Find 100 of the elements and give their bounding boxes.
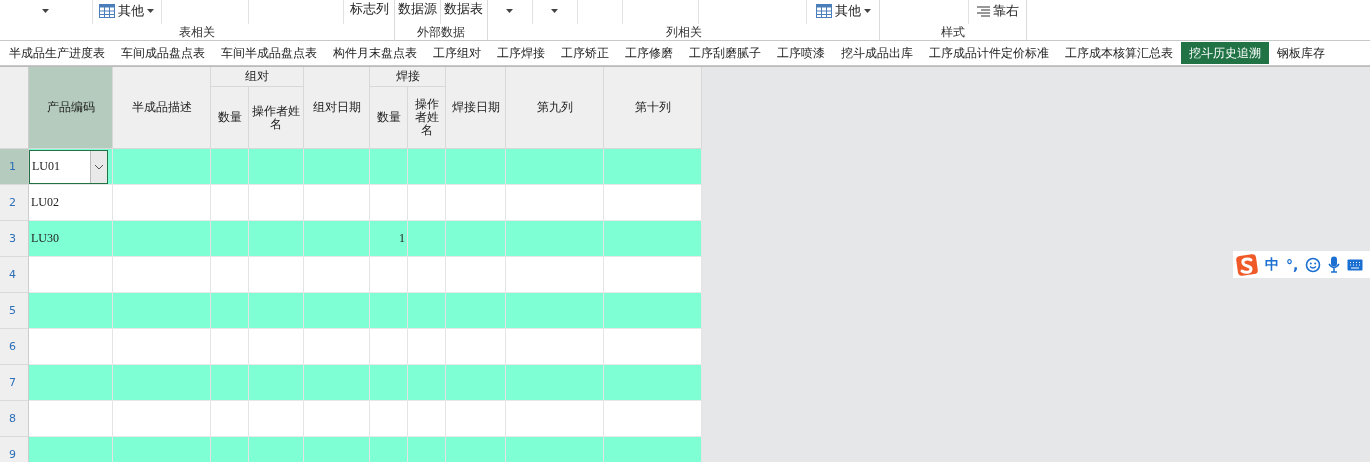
table-cell (211, 365, 249, 401)
row-number: 2 (0, 185, 29, 221)
table-cell (408, 149, 446, 185)
table-cell (370, 401, 408, 437)
sheet-tab[interactable]: 工序组对 (425, 42, 489, 64)
column-header: 组对日期 (304, 67, 370, 149)
table-icon (815, 4, 832, 18)
sheet-tab[interactable]: 工序修磨 (617, 42, 681, 64)
table-cell: 1 (370, 221, 408, 257)
language-indicator[interactable]: 中 (1265, 255, 1279, 274)
table-cell (211, 401, 249, 437)
column-header: 第九列 (506, 67, 604, 149)
table-cell (446, 365, 506, 401)
table-cell (211, 185, 249, 221)
table-cell (211, 221, 249, 257)
table-cell (408, 293, 446, 329)
sheet-tab[interactable]: 工序喷漆 (769, 42, 833, 64)
group-label: 列相关 (664, 24, 703, 40)
sheet-tab[interactable]: 车间成品盘点表 (113, 42, 213, 64)
row-number: 9 (0, 437, 29, 462)
table-cell (211, 293, 249, 329)
table-cell: LU02 (29, 185, 113, 221)
caret-icon (147, 9, 155, 13)
table-cell (211, 329, 249, 365)
sheet-tab[interactable]: 钢板库存 (1269, 42, 1333, 64)
table-cell (370, 329, 408, 365)
column-header: 焊接日期 (446, 67, 506, 149)
table-cell (446, 221, 506, 257)
column-group-header: 组对 (211, 67, 304, 87)
table-cell (408, 329, 446, 365)
sheet-tab[interactable]: 工序矫正 (553, 42, 617, 64)
table-cell (370, 365, 408, 401)
table-cell (249, 329, 304, 365)
table-cell (304, 329, 370, 365)
table-icon (99, 4, 116, 18)
keyboard-icon[interactable] (1347, 258, 1364, 271)
sheet-tab[interactable]: 工序成本核算汇总表 (1057, 42, 1181, 64)
other-menu-button[interactable]: 其他 (97, 0, 157, 22)
ribbon-button[interactable]: 数据表 (442, 0, 486, 18)
table-cell (249, 365, 304, 401)
caret-icon (551, 9, 559, 13)
table-cell (304, 401, 370, 437)
table-cell (304, 365, 370, 401)
group-label: 外部数据 (416, 24, 466, 40)
table-cell (370, 149, 408, 185)
caret-icon (42, 9, 50, 13)
table-cell (408, 401, 446, 437)
chevron-down-icon (94, 163, 104, 170)
caret-icon (506, 9, 514, 13)
sheet-tab[interactable]: 构件月末盘点表 (325, 42, 425, 64)
column-header: 操作者姓名 (408, 87, 446, 149)
sheet-tab[interactable]: 挖斗成品出库 (833, 42, 921, 64)
row-number: 4 (0, 257, 29, 293)
column-header: 产品编码 (29, 67, 113, 149)
table-cell (304, 293, 370, 329)
sheet-tab[interactable]: 工序刮磨腻子 (681, 42, 769, 64)
sheet-tab[interactable]: 工序焊接 (489, 42, 553, 64)
align-right-icon (976, 5, 990, 17)
ribbon-button[interactable]: 数据源 (395, 0, 439, 18)
row-number: 5 (0, 293, 29, 329)
column-header: 操作者姓名 (249, 87, 304, 149)
align-right-button[interactable]: 靠右 (974, 0, 1021, 22)
table-cell (211, 257, 249, 293)
row-number: 1 (0, 149, 29, 185)
sheet-tab[interactable]: 挖斗历史追溯 (1181, 42, 1269, 64)
sheet-tab[interactable]: 车间半成品盘点表 (213, 42, 325, 64)
table-cell (249, 401, 304, 437)
column-group-header: 焊接 (370, 67, 446, 87)
row-number: 6 (0, 329, 29, 365)
smiley-icon[interactable] (1305, 256, 1322, 273)
table-cell (370, 257, 408, 293)
table-cell (446, 401, 506, 437)
table-cell (304, 149, 370, 185)
other-menu-button[interactable]: 其他 (813, 0, 873, 22)
caret-icon (863, 9, 871, 13)
table-cell: LU30 (29, 221, 113, 257)
table-cell (249, 185, 304, 221)
table-cell (249, 257, 304, 293)
group-label: 表相关 (178, 24, 216, 40)
row-number: 8 (0, 401, 29, 437)
ribbon-button[interactable]: 标志列 (347, 0, 391, 18)
table-cell (304, 221, 370, 257)
table-cell (446, 293, 506, 329)
table-cell (249, 293, 304, 329)
row-number: 3 (0, 221, 29, 257)
row-number: 7 (0, 365, 29, 401)
microphone-icon[interactable] (1328, 256, 1341, 273)
table-cell (408, 257, 446, 293)
column-header: 半成品描述 (113, 67, 211, 149)
punctuation-indicator[interactable]: °, (1286, 256, 1299, 273)
table-cell (370, 185, 408, 221)
table-cell (249, 149, 304, 185)
table-cell (446, 257, 506, 293)
table-cell (249, 221, 304, 257)
column-header: 数量 (211, 87, 249, 149)
table-cell (304, 257, 370, 293)
sheet-tab[interactable]: 半成品生产进度表 (1, 42, 113, 64)
code-dropdown[interactable]: LU01 (29, 149, 108, 184)
column-header: 数量 (370, 87, 408, 149)
sheet-tab[interactable]: 工序成品计件定价标准 (921, 42, 1057, 64)
